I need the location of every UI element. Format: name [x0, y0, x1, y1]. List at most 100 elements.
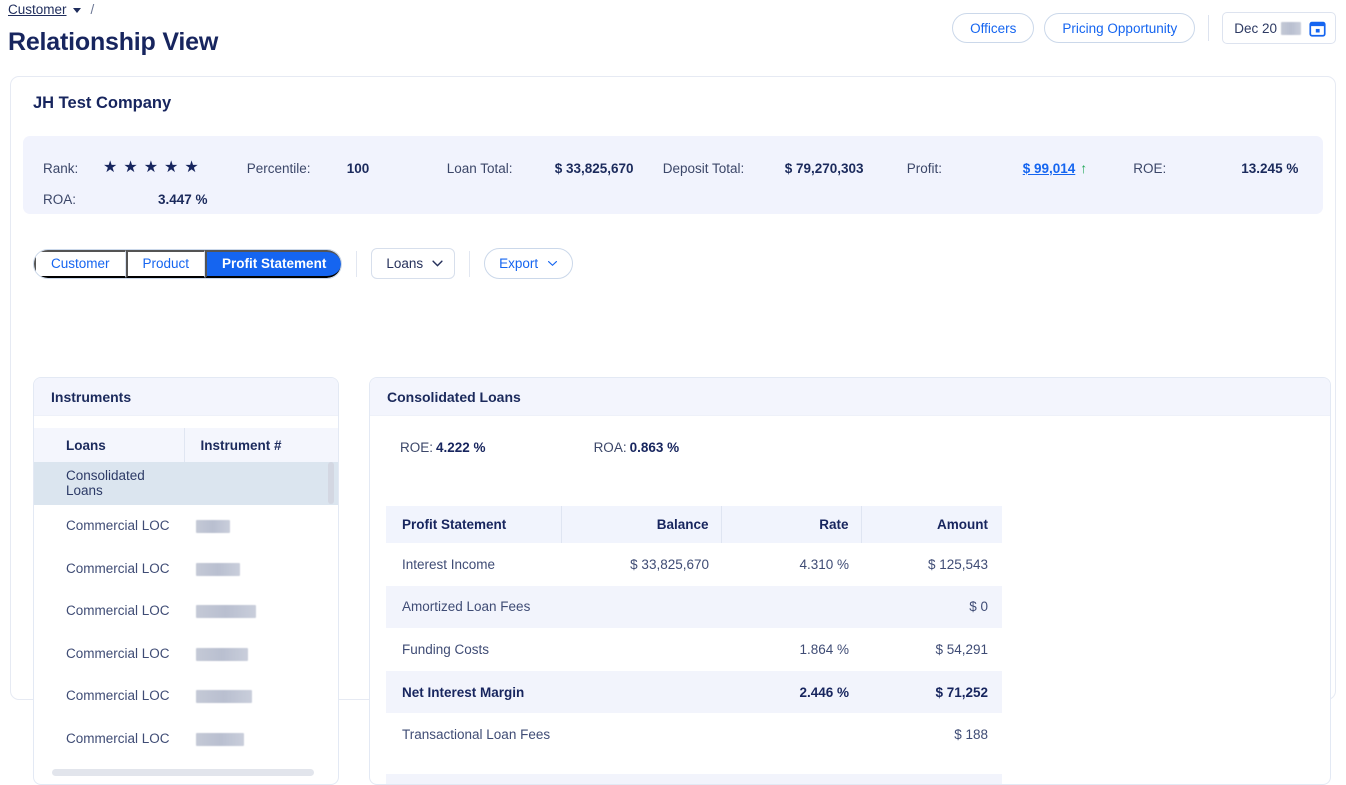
balance-cell: $ 33,825,670 [630, 556, 709, 572]
table-row[interactable]: Commercial LOC [34, 717, 338, 760]
table-row[interactable]: Commercial LOC [34, 505, 338, 548]
calendar-icon[interactable] [1309, 20, 1326, 37]
profit-line-name-cell: Net Interest Margin [386, 670, 561, 714]
profit-statement-table-wrapper: Profit Statement Balance Rate Amount Int… [386, 506, 1316, 774]
amount-cell: $ 188 [954, 727, 988, 743]
column-header-amount[interactable]: Amount [860, 506, 1002, 543]
profit-value-link[interactable]: $ 99,014 [1023, 161, 1076, 176]
balance-cell [561, 713, 721, 756]
percentile-value: 100 [346, 160, 370, 176]
rate-cell: 2.446 % [721, 670, 861, 714]
date-picker[interactable]: Dec 20 [1222, 12, 1336, 44]
instruments-table-wrapper: Loans Instrument # Consolidated Loans Com… [34, 416, 338, 784]
table-header-row: Profit Statement Balance Rate Amount [386, 506, 1002, 543]
instrument-number-cell [184, 632, 338, 675]
table-row[interactable]: Funding Costs 1.864 % $ 54,291 [386, 628, 1002, 671]
top-actions: Officers Pricing Opportunity Dec 20 [952, 12, 1336, 44]
profit-line-name-cell: Transactional Loan Fees [402, 727, 551, 743]
table-row[interactable]: Transactional Loan Fees $ 188 [386, 713, 1002, 756]
table-row[interactable]: Consolidated Loans [34, 462, 338, 505]
instrument-name-cell: Commercial LOC [66, 518, 170, 534]
export-button-label: Export [499, 256, 539, 271]
tab-product[interactable]: Product [125, 249, 206, 278]
loan-total-label: Loan Total: [446, 160, 513, 176]
star-icon: ★ [164, 159, 179, 176]
divider [1208, 15, 1210, 41]
column-header-loans[interactable]: Loans [34, 428, 184, 462]
consolidated-panel-title: Consolidated Loans [370, 378, 1330, 416]
officers-button[interactable]: Officers [952, 13, 1035, 43]
rank-label: Rank: [43, 160, 79, 176]
redacted-instrument-number [196, 690, 252, 704]
redacted-instrument-number [196, 562, 240, 576]
panel-roe-label: ROE: [400, 440, 434, 455]
table-row[interactable]: Commercial LOC [34, 675, 338, 718]
instruments-panel: Instruments Loans Instrument # Consolida… [33, 377, 339, 785]
relationship-card: JH Test Company Rank: ★ ★ ★ ★ ★ Percenti… [10, 76, 1336, 785]
table-row[interactable]: Commercial LOC [34, 547, 338, 590]
balance-cell [561, 585, 721, 629]
redacted-instrument-number [196, 520, 230, 534]
vertical-scrollbar[interactable] [328, 462, 334, 504]
breadcrumb-separator: / [90, 2, 95, 17]
instrument-number-cell [184, 547, 338, 590]
export-button[interactable]: Export [484, 248, 574, 279]
instrument-name-cell: Consolidated Loans [34, 462, 184, 505]
tab-profit-statement[interactable]: Profit Statement [205, 249, 342, 278]
rate-cell: 4.310 % [799, 556, 849, 572]
tab-customer[interactable]: Customer [34, 249, 126, 278]
panel-roe-value: 4.222 % [436, 440, 486, 455]
redacted-date-block [1281, 21, 1301, 35]
instruments-table: Loans Instrument # Consolidated Loans Com… [34, 428, 338, 760]
deposit-total-label: Deposit Total: [662, 160, 745, 176]
kpi-row: ROE: 4.222 % ROA: 0.863 % [400, 440, 679, 455]
loans-dropdown[interactable]: Loans [371, 248, 456, 279]
trend-up-icon: ↑ [1080, 160, 1088, 176]
panel-roa-value: 0.863 % [629, 440, 680, 455]
amount-cell: $ 71,252 [861, 670, 1002, 714]
star-icon: ★ [143, 159, 159, 176]
instrument-name-cell: Commercial LOC [66, 688, 170, 704]
column-header-balance[interactable]: Balance [560, 506, 721, 543]
column-header-profit-statement[interactable]: Profit Statement [386, 506, 561, 543]
pricing-opportunity-button[interactable]: Pricing Opportunity [1044, 13, 1196, 43]
table-row[interactable]: Net Interest Margin 2.446 % $ 71,252 [386, 670, 1002, 714]
rank-stars: ★ ★ ★ ★ ★ [103, 160, 199, 176]
instruments-panel-title: Instruments [34, 378, 338, 416]
column-header-rate[interactable]: Rate [720, 506, 861, 543]
rate-cell: 1.864 % [799, 641, 849, 657]
column-header-instrument-number[interactable]: Instrument # [183, 428, 338, 462]
tabs-row: Customer Product Profit Statement Loans … [33, 248, 574, 279]
amount-cell: $ 0 [861, 585, 1002, 629]
percentile-label: Percentile: [246, 160, 311, 176]
partial-row [386, 774, 1002, 784]
redacted-instrument-number [196, 732, 244, 746]
divider [469, 250, 471, 277]
table-row[interactable]: Commercial LOC [34, 590, 338, 633]
instrument-number-cell [184, 590, 338, 633]
deposit-total-value: $ 79,270,303 [784, 160, 864, 176]
table-row[interactable]: Amortized Loan Fees $ 0 [386, 585, 1002, 629]
chevron-down-icon[interactable] [72, 8, 81, 13]
breadcrumb-customer-link[interactable]: Customer [8, 2, 67, 17]
profit-line-name-cell: Amortized Loan Fees [386, 585, 561, 629]
table-row[interactable]: Commercial LOC [34, 632, 338, 675]
instrument-number-cell [184, 675, 338, 718]
amount-cell: $ 125,543 [927, 556, 988, 572]
roa-value: 3.447 % [158, 191, 208, 207]
profit-label: Profit: [906, 160, 942, 176]
instruments-table-body: Consolidated Loans Commercial LOC Commerci… [34, 462, 338, 760]
divider [356, 250, 358, 277]
instrument-name-cell: Commercial LOC [66, 603, 170, 619]
roe-label: ROE: [1133, 160, 1167, 176]
instrument-number-cell [184, 717, 338, 760]
star-icon: ★ [184, 159, 199, 176]
amount-cell: $ 54,291 [935, 641, 988, 657]
instrument-number-cell [184, 462, 338, 505]
table-row[interactable]: Interest Income $ 33,825,670 4.310 % $ 125,… [386, 543, 1002, 586]
horizontal-scrollbar[interactable] [52, 769, 314, 776]
chevron-down-icon [548, 261, 558, 267]
redacted-instrument-number [196, 605, 256, 619]
roa-label: ROA: [43, 191, 77, 207]
loans-dropdown-label: Loans [386, 256, 424, 271]
